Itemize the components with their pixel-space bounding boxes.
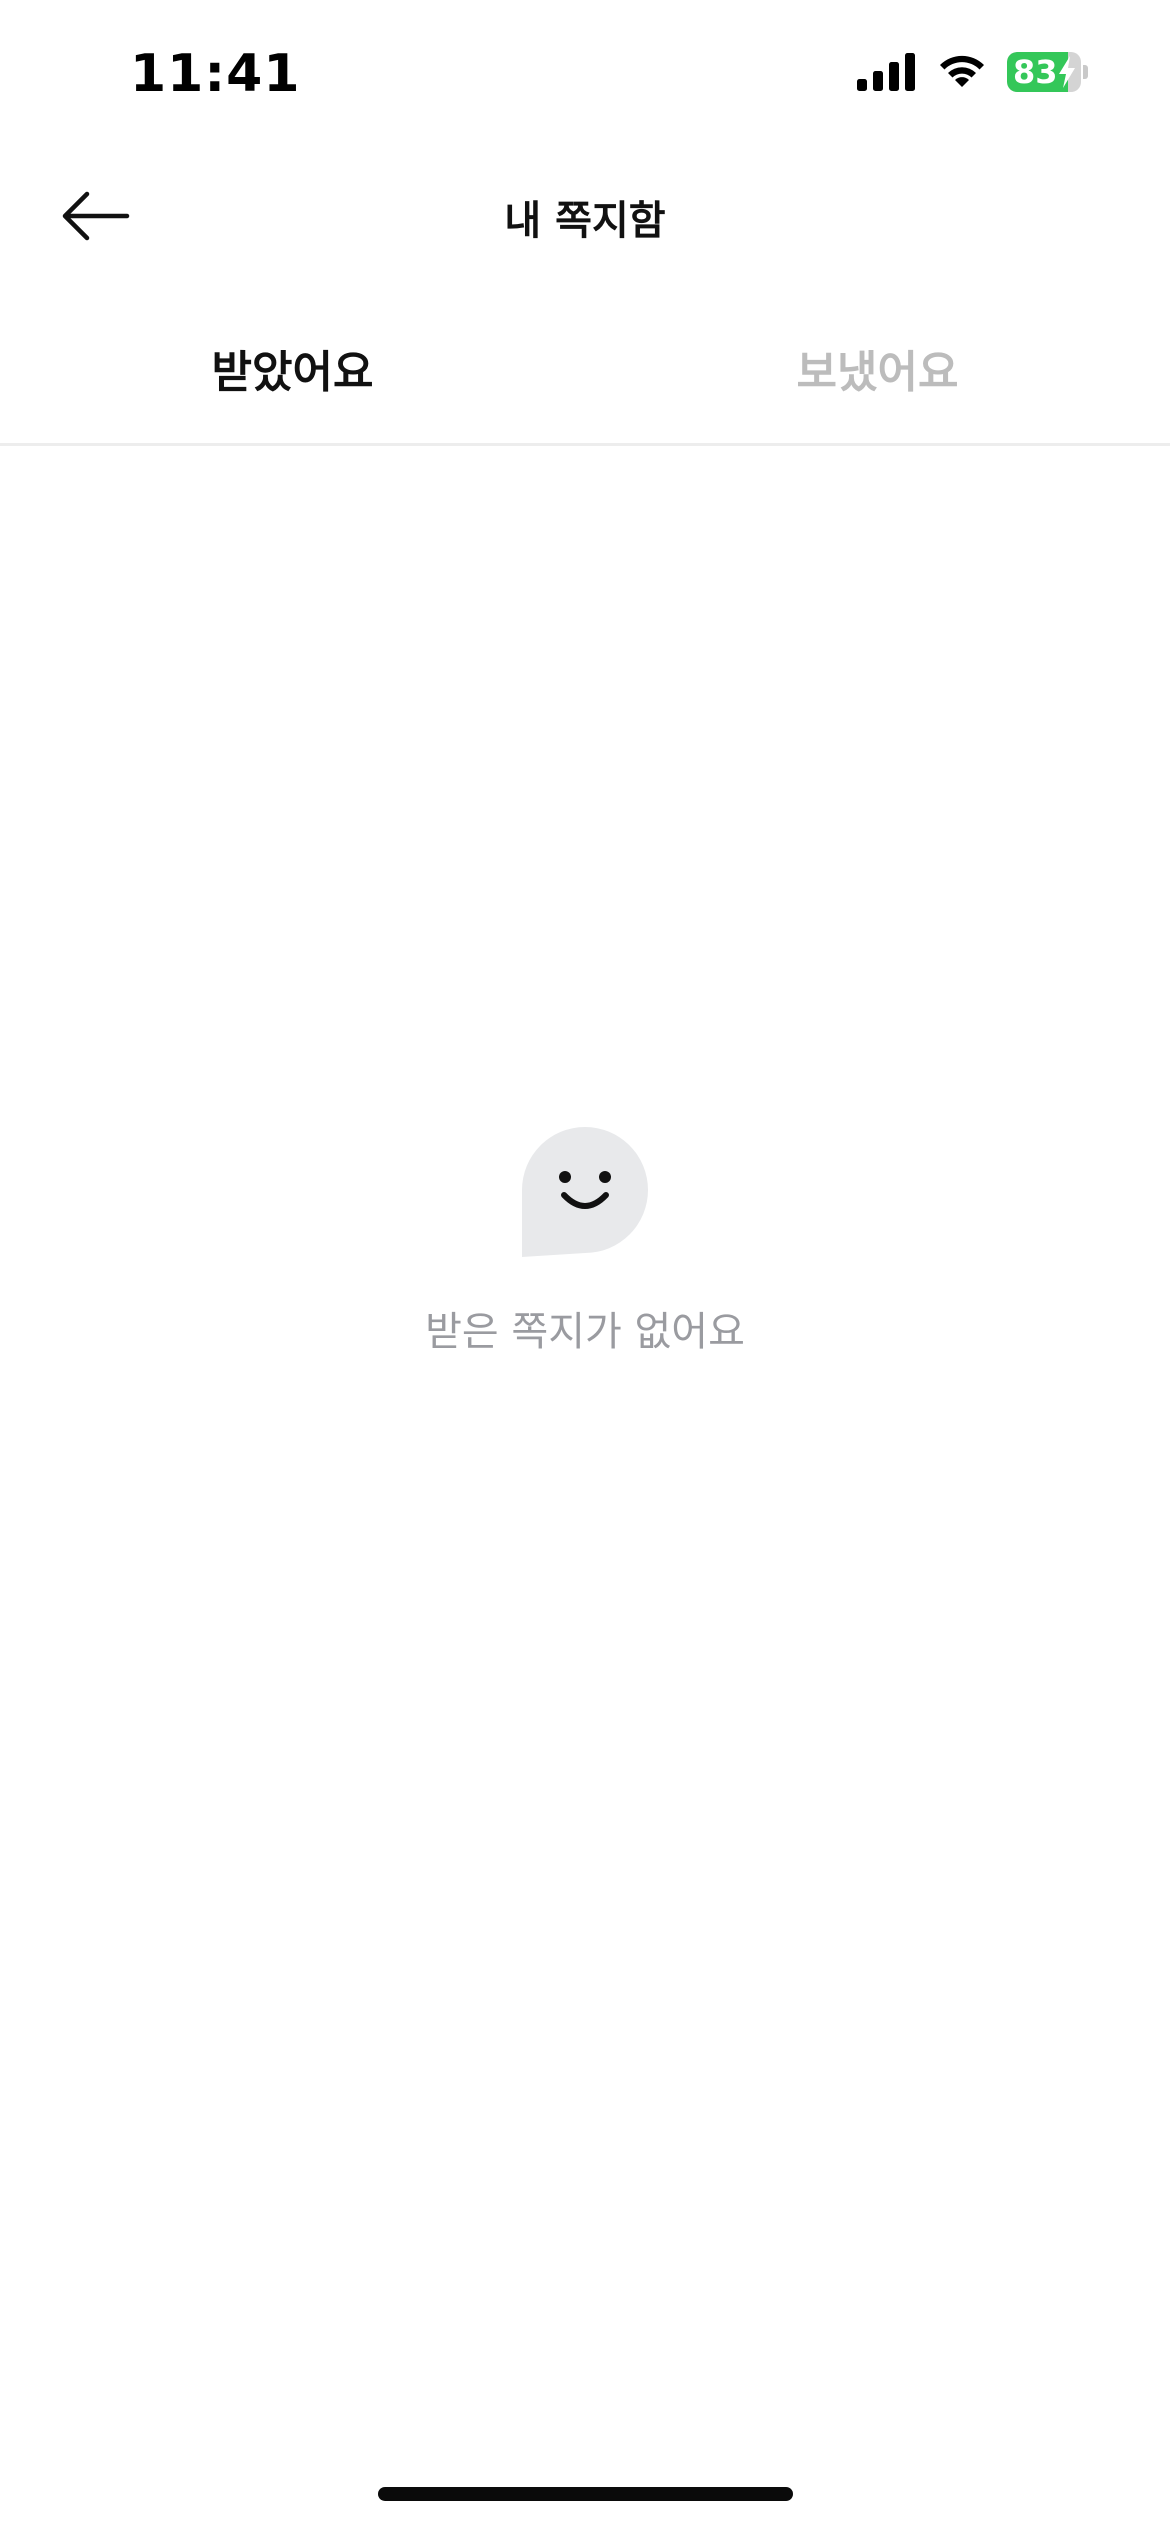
page-title: 내 쪽지함 <box>504 198 666 244</box>
charging-bolt-icon <box>1059 56 1075 88</box>
battery-cap <box>1083 65 1088 79</box>
header: 내 쪽지함 <box>0 150 1170 280</box>
wifi-icon <box>940 55 984 87</box>
status-icons: 83 <box>857 52 1088 92</box>
tab-sent[interactable]: 보냈어요 <box>585 290 1170 443</box>
home-indicator <box>378 2487 793 2501</box>
battery-level: 83 <box>1013 53 1058 91</box>
empty-state: 받은 쪽지가 없어요 <box>0 1125 1170 1357</box>
empty-message: 받은 쪽지가 없어요 <box>425 1309 745 1355</box>
status-time: 11:41 <box>130 44 301 104</box>
tab-received[interactable]: 받았어요 <box>0 290 585 443</box>
smiling-speech-bubble-icon <box>522 1127 648 1257</box>
cellular-signal-icon <box>857 53 915 91</box>
status-bar: 11:41 83 <box>0 0 1170 150</box>
tab-bar: 받았어요 보냈어요 <box>0 290 1170 446</box>
battery-icon: 83 <box>1007 52 1081 92</box>
